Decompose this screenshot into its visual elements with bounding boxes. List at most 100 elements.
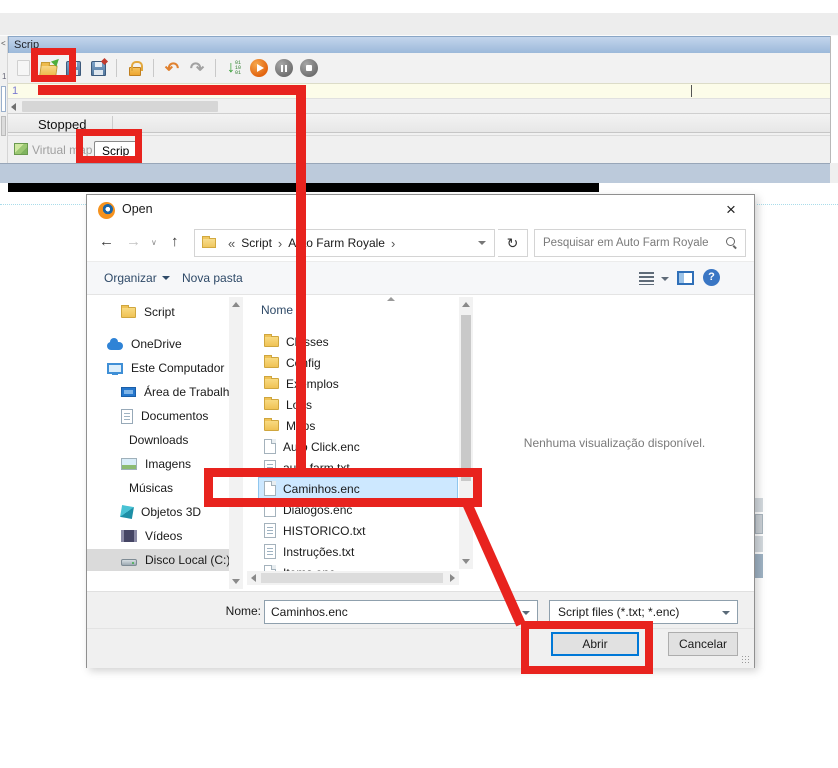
annotation-line-horizontal bbox=[38, 85, 306, 95]
file-row[interactable]: Maps bbox=[259, 415, 457, 436]
scrollbar-thumb[interactable] bbox=[22, 101, 218, 112]
refresh-button[interactable]: ↻ bbox=[498, 229, 528, 257]
rail-collapse-chevron[interactable]: < bbox=[1, 39, 6, 48]
screenshot-root: < 1 Scrip ↶ ↷ ↓ 011001 1 bbox=[0, 0, 838, 768]
sidebar-item[interactable]: OneDrive bbox=[87, 333, 229, 355]
file-row[interactable]: Config bbox=[259, 352, 457, 373]
pause-button[interactable] bbox=[274, 58, 294, 78]
text-cursor bbox=[691, 85, 692, 97]
file-rows: Classes Config Exemplos Logs Map bbox=[245, 325, 459, 583]
sidebar-item-label: Disco Local (C:) bbox=[145, 553, 229, 567]
annotation-box-caminhos-file bbox=[204, 468, 482, 507]
rail-badge: 1 bbox=[2, 72, 6, 81]
file-list-vertical-scrollbar[interactable] bbox=[459, 297, 473, 569]
cancel-button[interactable]: Cancelar bbox=[668, 632, 738, 656]
dialog-title-bar[interactable]: Open × bbox=[87, 195, 754, 225]
resize-grip[interactable] bbox=[741, 655, 750, 664]
breadcrumb-collapse[interactable]: « bbox=[228, 236, 235, 251]
forward-icon[interactable]: → bbox=[126, 233, 141, 250]
rail-mini-panel bbox=[1, 86, 6, 112]
file-row[interactable]: Logs bbox=[259, 394, 457, 415]
file-icon bbox=[264, 420, 279, 431]
run-button[interactable] bbox=[249, 58, 269, 78]
filename-input[interactable]: Caminhos.enc bbox=[264, 600, 538, 624]
sidebar-scrollbar[interactable] bbox=[229, 297, 243, 589]
pause-icon bbox=[275, 59, 293, 77]
file-icon bbox=[264, 357, 279, 368]
help-icon[interactable]: ? bbox=[703, 269, 720, 286]
file-name: Classes bbox=[286, 335, 329, 349]
file-list: Nome Classes Config Exemplos bbox=[245, 295, 459, 591]
scroll-down-icon[interactable] bbox=[232, 579, 240, 584]
editor-horizontal-scrollbar[interactable] bbox=[8, 98, 831, 113]
back-icon[interactable]: ← bbox=[99, 233, 114, 250]
breadcrumb-script[interactable]: Script bbox=[241, 236, 272, 250]
toolbar-separator bbox=[116, 59, 117, 77]
close-button[interactable]: × bbox=[714, 197, 748, 223]
sidebar-item[interactable]: Downloads bbox=[87, 429, 229, 451]
background-scrollbar-fragment bbox=[755, 514, 763, 534]
sidebar-item[interactable]: Script bbox=[87, 301, 229, 323]
scroll-left-icon[interactable] bbox=[11, 103, 16, 111]
toolbar-separator bbox=[215, 59, 216, 77]
file-row[interactable]: HISTORICO.txt bbox=[259, 520, 457, 541]
sidebar-item-icon bbox=[121, 307, 136, 318]
file-row[interactable]: Auto Click.enc bbox=[259, 436, 457, 457]
dialog-body: Script OneDrive Este Computador Área de … bbox=[87, 295, 754, 591]
scrollbar-thumb[interactable] bbox=[261, 573, 443, 583]
search-box[interactable]: Pesquisar em Auto Farm Royale bbox=[534, 229, 746, 257]
compile-arrow-icon: ↓ bbox=[227, 60, 235, 76]
collapsed-left-rail[interactable]: < 1 bbox=[0, 36, 8, 183]
stop-button[interactable] bbox=[299, 58, 319, 78]
file-row[interactable]: Classes bbox=[259, 331, 457, 352]
organize-menu-button[interactable]: Organizar bbox=[104, 271, 170, 285]
up-icon[interactable]: ↑ bbox=[171, 233, 179, 250]
new-script-button[interactable] bbox=[13, 58, 33, 78]
compile-button[interactable]: ↓ 011001 bbox=[224, 58, 244, 78]
save-as-button[interactable] bbox=[88, 58, 108, 78]
list-column-header[interactable]: Nome bbox=[245, 295, 459, 325]
sidebar-item-icon bbox=[120, 505, 134, 519]
filetype-value: Script files (*.txt; *.enc) bbox=[558, 605, 679, 619]
filetype-dropdown-icon[interactable] bbox=[722, 611, 730, 615]
redo-button[interactable]: ↷ bbox=[187, 58, 207, 78]
new-folder-button[interactable]: Nova pasta bbox=[182, 271, 243, 285]
sidebar-item[interactable]: Área de Trabalho bbox=[87, 381, 229, 403]
file-icon bbox=[264, 336, 279, 347]
column-name-label[interactable]: Nome bbox=[261, 303, 293, 317]
scroll-right-icon[interactable] bbox=[450, 574, 455, 582]
view-list-icon[interactable] bbox=[639, 272, 654, 285]
scroll-up-icon[interactable] bbox=[462, 302, 470, 307]
filename-dropdown-icon[interactable] bbox=[522, 611, 530, 615]
lock-button[interactable] bbox=[125, 58, 145, 78]
sidebar-item[interactable]: Disco Local (C:) bbox=[87, 549, 229, 571]
preview-pane-icon[interactable] bbox=[677, 271, 694, 285]
toolbar-separator bbox=[153, 59, 154, 77]
sidebar-item[interactable]: Documentos bbox=[87, 405, 229, 427]
sidebar-item-label: Vídeos bbox=[145, 529, 182, 543]
undo-button[interactable]: ↶ bbox=[162, 58, 182, 78]
sidebar-item-label: OneDrive bbox=[131, 337, 182, 351]
address-dropdown-icon[interactable] bbox=[478, 241, 486, 245]
lock-icon bbox=[129, 67, 141, 76]
breadcrumb-separator[interactable]: › bbox=[278, 236, 282, 251]
sidebar-item-label: Este Computador bbox=[131, 361, 224, 375]
recent-locations-chevron-icon[interactable]: ∨ bbox=[151, 238, 157, 247]
scrollbar-thumb[interactable] bbox=[461, 315, 471, 481]
scroll-up-icon[interactable] bbox=[232, 302, 240, 307]
file-row[interactable]: Exemplos bbox=[259, 373, 457, 394]
scroll-down-icon[interactable] bbox=[462, 559, 470, 564]
file-list-horizontal-scrollbar[interactable] bbox=[247, 571, 459, 585]
preview-empty-text: Nenhuma visualização disponível. bbox=[524, 436, 705, 450]
view-dropdown-caret-icon[interactable] bbox=[661, 277, 669, 281]
breadcrumb-separator[interactable]: › bbox=[391, 236, 395, 251]
sidebar-item-icon bbox=[121, 458, 137, 470]
search-icon bbox=[726, 237, 738, 249]
sidebar-item[interactable]: Vídeos bbox=[87, 525, 229, 547]
address-bar[interactable]: « Script › Auto Farm Royale › bbox=[194, 229, 495, 257]
rail-mini-panel-2 bbox=[1, 116, 6, 136]
dialog-title: Open bbox=[122, 202, 153, 216]
sidebar-item[interactable]: Este Computador bbox=[87, 357, 229, 379]
scroll-left-icon[interactable] bbox=[251, 574, 256, 582]
file-row[interactable]: Instruções.txt bbox=[259, 541, 457, 562]
